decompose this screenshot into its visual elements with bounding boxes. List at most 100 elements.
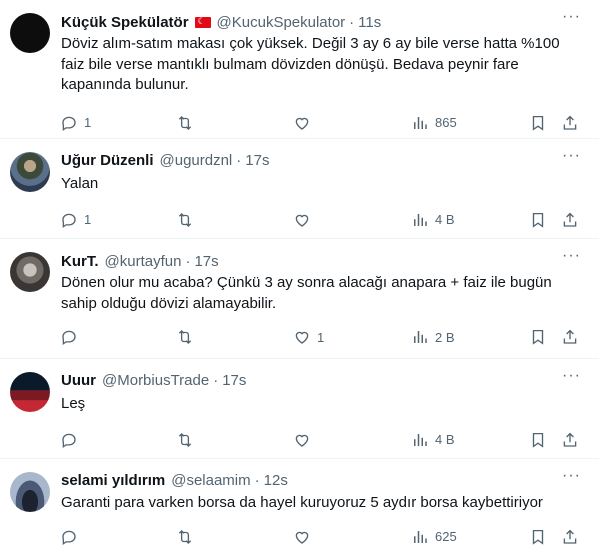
tweet-text: Döviz alım-satım makası çok yüksek. Deği…: [61, 35, 560, 93]
views-icon: [414, 116, 427, 129]
reply-button[interactable]: 1: [60, 114, 91, 132]
tweet[interactable]: ··· Uuur @MorbiusTrade · 17s Leş 4 B: [0, 359, 599, 459]
reply-button[interactable]: [60, 328, 84, 346]
username[interactable]: @KucukSpekulator: [217, 14, 346, 31]
display-name[interactable]: KurT.: [61, 253, 99, 270]
username[interactable]: @ugurdznl: [160, 152, 233, 169]
retweet-icon: [178, 330, 192, 344]
username[interactable]: @kurtayfun: [105, 253, 182, 270]
bookmark-icon: [532, 115, 544, 131]
action-bar: 4 B: [61, 423, 583, 457]
timestamp[interactable]: 12s: [264, 472, 288, 489]
views-button[interactable]: 625: [411, 528, 457, 546]
views-button[interactable]: 2 B: [411, 328, 455, 346]
view-count: 4 B: [435, 432, 455, 447]
action-bar: 1 4 B: [61, 203, 583, 237]
like-button[interactable]: 1: [293, 328, 324, 346]
views-button[interactable]: 4 B: [411, 431, 455, 449]
tweet[interactable]: ··· selami yıldırım @selaamim · 12s Gara…: [0, 459, 599, 548]
retweet-icon: [178, 115, 192, 130]
reply-button[interactable]: 1: [60, 211, 91, 229]
bookmark-icon: [532, 432, 544, 448]
like-button[interactable]: [293, 431, 317, 449]
timestamp[interactable]: 11s: [358, 14, 381, 31]
reply-count: 1: [84, 212, 92, 227]
bookmark-button[interactable]: [529, 528, 547, 546]
like-button[interactable]: [293, 114, 317, 132]
tweet[interactable]: ··· Küçük Spekülatör @KucukSpekulator · …: [0, 0, 599, 139]
share-button[interactable]: [561, 328, 579, 346]
retweet-button[interactable]: [176, 528, 200, 546]
avatar[interactable]: [10, 152, 50, 192]
timestamp[interactable]: 17s: [194, 253, 218, 270]
retweet-button[interactable]: [176, 328, 200, 346]
reply-icon: [62, 116, 76, 131]
like-button[interactable]: [293, 211, 317, 229]
reply-button[interactable]: [60, 431, 84, 449]
avatar[interactable]: [10, 472, 50, 512]
bookmark-button[interactable]: [529, 431, 547, 449]
reply-icon: [62, 213, 76, 228]
share-icon: [563, 329, 577, 344]
avatar[interactable]: [10, 13, 50, 53]
reply-count: 1: [84, 115, 92, 130]
bookmark-icon: [532, 212, 544, 228]
more-icon[interactable]: ···: [562, 147, 581, 165]
action-bar: 1 865: [61, 106, 583, 140]
like-icon: [295, 117, 309, 130]
share-icon: [563, 529, 577, 544]
display-name[interactable]: selami yıldırım: [61, 472, 165, 489]
share-button[interactable]: [561, 114, 579, 132]
avatar[interactable]: [10, 372, 50, 412]
display-name[interactable]: Küçük Spekülatör: [61, 14, 189, 31]
retweet-icon: [178, 212, 192, 227]
share-button[interactable]: [561, 211, 579, 229]
tweet-header: KurT. @kurtayfun · 17s: [61, 252, 219, 270]
username[interactable]: @MorbiusTrade: [102, 372, 209, 389]
view-count: 4 B: [435, 212, 455, 227]
views-button[interactable]: 865: [411, 114, 457, 132]
action-bar: 625: [61, 520, 583, 554]
retweet-button[interactable]: [176, 431, 200, 449]
share-button[interactable]: [561, 431, 579, 449]
tweet-text: Yalan: [61, 175, 99, 192]
tweet[interactable]: ··· KurT. @kurtayfun · 17s Dönen olur mu…: [0, 239, 599, 359]
bookmark-button[interactable]: [529, 114, 547, 132]
view-count: 625: [435, 529, 457, 544]
timestamp[interactable]: 17s: [222, 372, 246, 389]
username[interactable]: @selaamim: [171, 472, 250, 489]
action-bar: 1 2 B: [61, 320, 583, 354]
bookmark-button[interactable]: [529, 328, 547, 346]
tweet-text: Dönen olur mu acaba? Çünkü 3 ay sonra al…: [61, 274, 552, 312]
view-count: 2 B: [435, 329, 455, 345]
tweet[interactable]: ··· Uğur Düzenli @ugurdznl · 17s Yalan 1: [0, 139, 599, 239]
share-button[interactable]: [561, 528, 579, 546]
reply-icon: [62, 530, 76, 545]
views-icon: [414, 331, 427, 343]
reply-icon: [62, 330, 76, 346]
tweet-header: Uğur Düzenli @ugurdznl · 17s: [61, 151, 270, 169]
more-icon[interactable]: ···: [562, 467, 581, 485]
retweet-button[interactable]: [176, 211, 200, 229]
like-icon: [295, 331, 309, 344]
timestamp[interactable]: 17s: [245, 152, 269, 169]
like-button[interactable]: [293, 528, 317, 546]
tweet-header: Küçük Spekülatör @KucukSpekulator · 11s: [61, 11, 583, 33]
display-name[interactable]: Uuur: [61, 372, 96, 389]
tweet-header: selami yıldırım @selaamim · 12s: [61, 471, 288, 489]
views-icon: [414, 213, 427, 226]
views-button[interactable]: 4 B: [411, 211, 455, 229]
more-icon[interactable]: ···: [562, 367, 581, 385]
share-icon: [563, 115, 577, 130]
retweet-button[interactable]: [176, 114, 200, 132]
more-icon[interactable]: ···: [562, 8, 581, 26]
tweet-text: Garanti para varken borsa da hayel kuruy…: [61, 494, 543, 511]
reply-button[interactable]: [60, 528, 84, 546]
retweet-icon: [178, 432, 192, 447]
bookmark-button[interactable]: [529, 211, 547, 229]
more-icon[interactable]: ···: [562, 247, 581, 265]
avatar[interactable]: [10, 252, 50, 292]
tweet-text: Leş: [61, 395, 86, 412]
display-name[interactable]: Uğur Düzenli: [61, 152, 154, 169]
turkey-flag-icon: [194, 16, 211, 28]
